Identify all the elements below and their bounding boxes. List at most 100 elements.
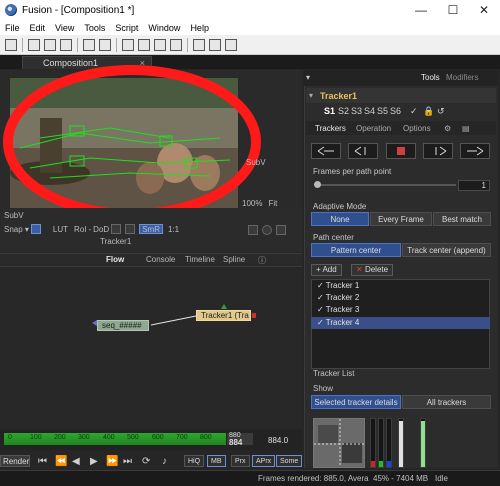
enabled-check-icon[interactable]: ✓	[317, 281, 326, 290]
slider-handle[interactable]	[314, 181, 321, 188]
close-window-button[interactable]: ✕	[468, 0, 500, 20]
metadata-icon[interactable]	[225, 38, 237, 51]
layout-single-icon[interactable]	[5, 38, 17, 51]
menu-tools[interactable]: Tools	[79, 23, 110, 33]
tab-operation[interactable]: Operation	[356, 124, 391, 133]
panel-console-icon[interactable]	[138, 38, 150, 51]
check-icon[interactable]: ✓	[410, 106, 418, 117]
track-reverse-button[interactable]	[311, 143, 341, 159]
viewer-a-icon[interactable]	[83, 38, 95, 51]
some-toggle[interactable]: Some	[276, 455, 303, 467]
inspector-icon[interactable]	[193, 38, 205, 51]
stereo-icon[interactable]	[125, 224, 136, 234]
tab-spline[interactable]: Spline	[223, 255, 245, 264]
text-icon[interactable]	[276, 225, 286, 235]
tracker-list-item[interactable]: ✓ Tracker 4	[311, 317, 490, 329]
chevron-down-icon[interactable]: ▾	[306, 73, 310, 82]
enabled-check-icon[interactable]: ✓	[317, 318, 326, 327]
show-selected-details-button[interactable]: Selected tracker details	[311, 395, 401, 409]
maximize-button[interactable]: ☐	[437, 0, 469, 20]
loop-icon[interactable]: ⟳	[142, 456, 150, 467]
lut-button[interactable]: LUT	[53, 225, 68, 234]
menu-help[interactable]: Help	[185, 23, 214, 33]
tracker-list-item[interactable]: ✓ Tracker 3	[311, 304, 490, 316]
end-frame-box[interactable]: 880 884	[227, 432, 253, 447]
slot-s4[interactable]: S4	[364, 106, 375, 116]
fit-button[interactable]: Fit	[268, 199, 277, 208]
hiq-toggle[interactable]: HiQ	[184, 455, 205, 467]
adaptive-every-frame-button[interactable]: Every Frame	[370, 212, 432, 226]
stop-tracking-button[interactable]	[386, 143, 416, 159]
tab-modifiers[interactable]: Modifiers	[446, 73, 478, 82]
dod-button[interactable]: DoD	[93, 225, 109, 234]
slot-s5[interactable]: S5	[377, 106, 388, 116]
zoom-level[interactable]: 100%	[242, 199, 262, 208]
render-button[interactable]: Render	[0, 455, 30, 467]
slot-s2[interactable]: S2	[338, 106, 349, 116]
minimize-button[interactable]: —	[405, 0, 437, 20]
track-center-append-button[interactable]: Track center (append)	[402, 243, 491, 257]
smr-button[interactable]: SmR	[139, 224, 163, 234]
tab-trackers[interactable]: Trackers	[315, 124, 346, 133]
color-swatch-icon[interactable]	[30, 224, 41, 234]
menu-edit[interactable]: Edit	[25, 23, 51, 33]
tab-tools[interactable]: Tools	[421, 73, 440, 82]
go-to-end-icon[interactable]: ⏭	[123, 456, 132, 467]
track-forward-frame-button[interactable]	[423, 143, 453, 159]
frames-per-path-value[interactable]: 1	[458, 180, 490, 191]
menu-file[interactable]: File	[0, 23, 25, 33]
ellipse-icon[interactable]	[262, 225, 272, 235]
track-forward-button[interactable]	[460, 143, 490, 159]
lock-icon[interactable]: 🔒	[423, 106, 434, 117]
enabled-check-icon[interactable]: ✓	[317, 293, 326, 302]
go-to-start-icon[interactable]: ⏮	[38, 456, 47, 467]
scale-button[interactable]: 1:1	[168, 225, 179, 234]
reset-icon[interactable]: ↺	[437, 106, 445, 117]
play-reverse-icon[interactable]: ◀	[72, 456, 80, 467]
loader-node[interactable]: seq_#####	[97, 320, 149, 331]
tab-flow[interactable]: Flow	[106, 255, 124, 264]
play-icon[interactable]: ▶	[90, 456, 98, 467]
panel-spline-icon[interactable]	[170, 38, 182, 51]
tab-timeline[interactable]: Timeline	[185, 255, 215, 264]
delete-tracker-button[interactable]: ✕ Delete	[351, 264, 394, 276]
current-frame-value[interactable]: 884.0	[268, 436, 288, 445]
channel-icon[interactable]	[111, 224, 122, 234]
layout-split-icon[interactable]	[28, 38, 40, 51]
add-tracker-button[interactable]: + Add	[311, 264, 342, 276]
adaptive-none-button[interactable]: None	[311, 212, 369, 226]
menu-script[interactable]: Script	[110, 23, 143, 33]
collapse-arrow-icon[interactable]: ▾	[309, 91, 313, 100]
menu-view[interactable]: View	[50, 23, 79, 33]
viewer-b-icon[interactable]	[99, 38, 111, 51]
slot-s1[interactable]: S1	[324, 106, 335, 116]
panel-flow-icon[interactable]	[122, 38, 134, 51]
adaptive-best-match-button[interactable]: Best match	[433, 212, 491, 226]
tab-options[interactable]: Options	[403, 124, 431, 133]
slot-s3[interactable]: S3	[351, 106, 362, 116]
mb-toggle[interactable]: MB	[207, 455, 226, 467]
snap-label[interactable]: Snap ▾	[4, 225, 29, 234]
tracker-list-item[interactable]: ✓ Tracker 2	[311, 292, 490, 304]
aprx-toggle[interactable]: APrx	[252, 455, 276, 467]
tracker-node[interactable]: Tracker1 (Tra	[196, 310, 251, 321]
step-forward-icon[interactable]: ⏩	[106, 456, 118, 467]
info-icon[interactable]: ⓘ	[258, 255, 266, 266]
roi-button[interactable]: RoI	[74, 225, 86, 234]
subv-right-label[interactable]: SubV	[246, 158, 266, 167]
bins-icon[interactable]	[209, 38, 221, 51]
subv-label[interactable]: SubV	[4, 211, 24, 220]
enabled-check-icon[interactable]: ✓	[317, 305, 326, 314]
track-reverse-frame-button[interactable]	[348, 143, 378, 159]
layout-quad-icon[interactable]	[44, 38, 56, 51]
frames-per-path-slider[interactable]	[316, 184, 456, 186]
rectangle-icon[interactable]	[248, 225, 258, 235]
show-all-trackers-button[interactable]: All trackers	[402, 395, 491, 409]
tab-more-icon[interactable]: ▤	[462, 124, 470, 133]
prx-toggle[interactable]: Prx	[231, 455, 250, 467]
slot-s6[interactable]: S6	[390, 106, 401, 116]
pattern-center-button[interactable]: Pattern center	[311, 243, 401, 257]
tracker-list-item[interactable]: ✓ Tracker 1	[311, 280, 490, 292]
tab-console[interactable]: Console	[146, 255, 175, 264]
settings-gear-icon[interactable]: ⚙	[444, 124, 451, 133]
